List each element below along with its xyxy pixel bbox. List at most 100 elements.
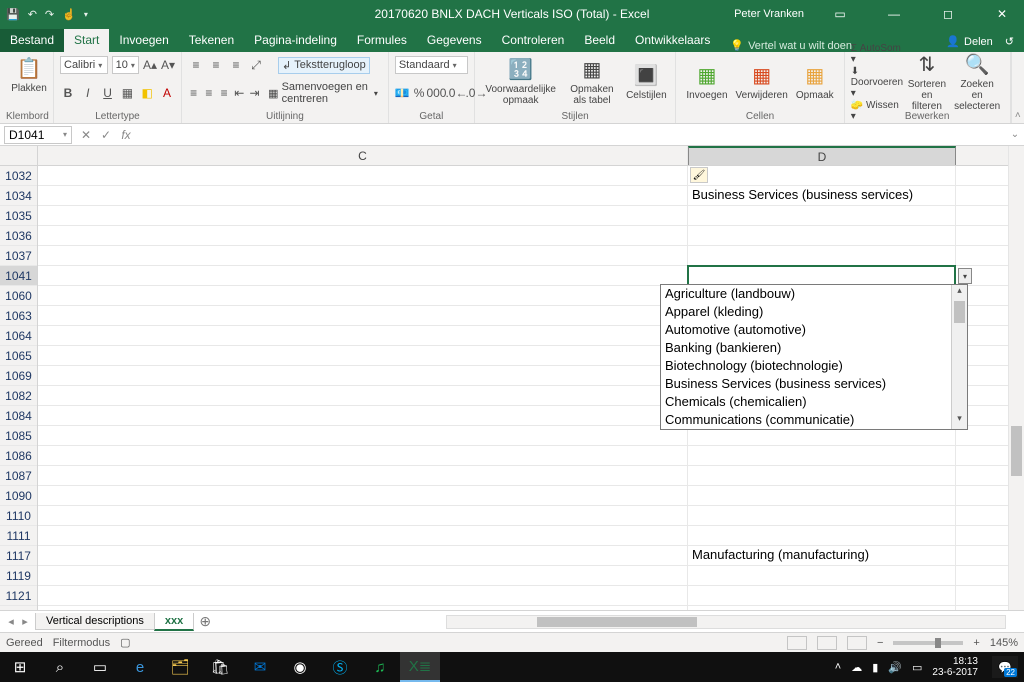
row-header[interactable]: 1111 — [0, 526, 37, 546]
cell[interactable] — [38, 226, 688, 245]
sort-filter-button[interactable]: ⇅Sorteren en filteren — [903, 51, 951, 114]
collapse-ribbon-icon[interactable]: ˄ — [1011, 52, 1024, 123]
shrink-font-icon[interactable]: A▾ — [161, 57, 175, 73]
bold-icon[interactable]: B — [60, 85, 76, 101]
flash-fill-icon[interactable]: 🖌 — [690, 167, 708, 183]
zoom-level[interactable]: 145% — [990, 637, 1018, 649]
enter-icon[interactable]: ✓ — [96, 128, 116, 142]
cell[interactable] — [38, 426, 688, 445]
fill-color-icon[interactable]: ◧ — [139, 85, 155, 101]
row-header[interactable]: 1086 — [0, 446, 37, 466]
font-color-icon[interactable]: A — [159, 85, 175, 101]
cell[interactable] — [688, 566, 956, 585]
align-center-icon[interactable]: ≡ — [203, 85, 214, 101]
cancel-icon[interactable]: ✕ — [76, 128, 96, 142]
indent-dec-icon[interactable]: ⇤ — [234, 85, 245, 101]
close-icon[interactable]: ✕ — [984, 7, 1020, 21]
onedrive-icon[interactable]: ☁ — [851, 661, 862, 674]
undo-icon[interactable]: ↶ — [28, 8, 37, 21]
cell[interactable] — [38, 286, 688, 305]
cell[interactable] — [688, 446, 956, 465]
format-cells-button[interactable]: ▦Opmaak — [792, 55, 838, 109]
row-header[interactable]: 1117 — [0, 546, 37, 566]
orientation-icon[interactable]: ⤢ — [248, 57, 264, 73]
merge-button[interactable]: ▦Samenvoegen en centreren▾ — [264, 79, 382, 107]
scroll-up-icon[interactable]: ▴ — [952, 285, 967, 301]
sheet-tab-vertical-descriptions[interactable]: Vertical descriptions — [35, 613, 155, 630]
zoom-out-icon[interactable]: − — [877, 637, 883, 649]
thousand-icon[interactable]: 000 — [428, 85, 444, 101]
task-view-icon[interactable]: ▭ — [80, 652, 120, 682]
cell-styles-button[interactable]: 🔳Celstijlen — [623, 55, 669, 109]
cell[interactable] — [38, 546, 688, 565]
table-row[interactable] — [38, 506, 1008, 526]
cell[interactable] — [38, 586, 688, 605]
tab-invoegen[interactable]: Invoegen — [109, 29, 178, 52]
cell[interactable] — [38, 246, 688, 265]
row-header[interactable]: 1063 — [0, 306, 37, 326]
tab-beeld[interactable]: Beeld — [574, 29, 625, 52]
sheet-nav[interactable]: ◂▸ — [0, 615, 36, 628]
zoom-in-icon[interactable]: + — [973, 637, 979, 649]
qat-customize-icon[interactable]: ▾ — [84, 10, 88, 19]
store-icon[interactable]: 🛍 — [200, 652, 240, 682]
cell[interactable] — [688, 486, 956, 505]
search-icon[interactable]: ⌕ — [40, 652, 80, 682]
table-row[interactable] — [38, 246, 1008, 266]
row-header[interactable]: 1090 — [0, 486, 37, 506]
cell[interactable] — [38, 206, 688, 225]
view-normal-icon[interactable] — [787, 636, 807, 650]
insert-cells-button[interactable]: ▦Invoegen — [682, 55, 731, 109]
col-header-c[interactable]: C — [38, 146, 688, 165]
tab-start[interactable]: Start — [64, 29, 109, 52]
expand-formula-icon[interactable]: ⌄ — [1006, 129, 1024, 140]
row-header[interactable]: 1084 — [0, 406, 37, 426]
tab-pagina[interactable]: Pagina-indeling — [244, 29, 347, 52]
formula-input[interactable] — [136, 126, 1006, 144]
network-icon[interactable]: ▮ — [872, 661, 878, 674]
add-sheet-icon[interactable]: ⊕ — [194, 613, 216, 630]
dv-option[interactable]: Chemicals (chemicalien) — [661, 393, 951, 411]
align-bot-icon[interactable]: ≡ — [228, 57, 244, 73]
action-center-icon[interactable]: 💬22 — [992, 656, 1018, 678]
h-scroll-thumb[interactable] — [537, 617, 697, 627]
cell[interactable] — [38, 346, 688, 365]
grow-font-icon[interactable]: A▴ — [143, 57, 157, 73]
cell[interactable] — [38, 506, 688, 525]
cell[interactable] — [38, 566, 688, 585]
spotify-icon[interactable]: ♫ — [360, 652, 400, 682]
v-scroll-thumb[interactable] — [1011, 426, 1022, 476]
currency-icon[interactable]: 💶 — [395, 85, 410, 101]
inc-decimal-icon[interactable]: .0← — [448, 85, 464, 101]
tab-formules[interactable]: Formules — [347, 29, 417, 52]
table-row[interactable]: Manufacturing (manufacturing) — [38, 546, 1008, 566]
align-left-icon[interactable]: ≡ — [188, 85, 199, 101]
cell[interactable] — [688, 506, 956, 525]
select-all-corner[interactable] — [0, 146, 38, 166]
row-header[interactable]: 1119 — [0, 566, 37, 586]
wrap-text-button[interactable]: ↲Tekstterugloop — [278, 57, 370, 74]
row-header[interactable]: 1069 — [0, 366, 37, 386]
table-row[interactable] — [38, 486, 1008, 506]
dv-option[interactable]: Business Services (business services) — [661, 375, 951, 393]
cell[interactable] — [688, 226, 956, 245]
align-mid-icon[interactable]: ≡ — [208, 57, 224, 73]
dv-scrollbar[interactable]: ▴ ▾ — [951, 285, 967, 429]
underline-icon[interactable]: U — [100, 85, 116, 101]
cell[interactable] — [38, 166, 688, 185]
dv-option[interactable]: Automotive (automotive) — [661, 321, 951, 339]
tab-gegevens[interactable]: Gegevens — [417, 29, 492, 52]
fx-icon[interactable]: fx — [116, 128, 136, 142]
table-row[interactable] — [38, 206, 1008, 226]
touch-mode-icon[interactable]: ☝ — [62, 8, 76, 21]
file-explorer-icon[interactable]: 🗂 — [160, 652, 200, 682]
cell[interactable] — [38, 466, 688, 485]
start-icon[interactable]: ⊞ — [0, 652, 40, 682]
row-header[interactable]: 1065 — [0, 346, 37, 366]
vertical-scrollbar[interactable] — [1008, 146, 1024, 610]
row-header[interactable]: 1110 — [0, 506, 37, 526]
row-header[interactable]: 1034 — [0, 186, 37, 206]
active-cell[interactable] — [687, 265, 956, 286]
view-break-icon[interactable] — [847, 636, 867, 650]
share-button[interactable]: 👤Delen — [946, 35, 992, 48]
